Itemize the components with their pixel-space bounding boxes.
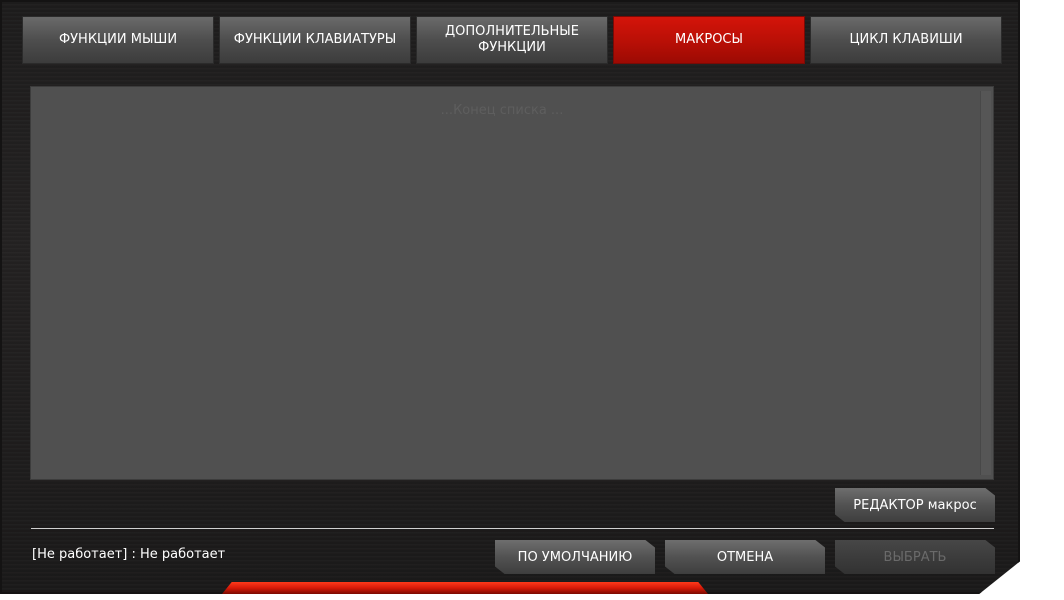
select-button: ВЫБРАТЬ xyxy=(835,540,995,574)
macro-settings-window: ФУНКЦИИ МЫШИ ФУНКЦИИ КЛАВИАТУРЫ ДОПОЛНИТ… xyxy=(0,0,1020,594)
macro-editor-button[interactable]: РЕДАКТОР макрос xyxy=(835,488,995,522)
list-end-label: ...Конец списка ... xyxy=(440,103,564,118)
tab-key-cycle[interactable]: ЦИКЛ КЛАВИШИ xyxy=(810,16,1002,64)
function-tabs: ФУНКЦИИ МЫШИ ФУНКЦИИ КЛАВИАТУРЫ ДОПОЛНИТ… xyxy=(22,16,1002,64)
tab-mouse-functions[interactable]: ФУНКЦИИ МЫШИ xyxy=(22,16,214,64)
cancel-button[interactable]: ОТМЕНА xyxy=(665,540,825,574)
status-text: [Не работает] : Не работает xyxy=(32,547,226,562)
tab-additional-functions[interactable]: ДОПОЛНИТЕЛЬНЫЕ ФУНКЦИИ xyxy=(416,16,608,64)
divider xyxy=(31,528,994,529)
default-button[interactable]: ПО УМОЛЧАНИЮ xyxy=(495,540,655,574)
tab-keyboard-functions[interactable]: ФУНКЦИИ КЛАВИАТУРЫ xyxy=(219,16,411,64)
list-scrollbar[interactable] xyxy=(980,91,991,475)
macro-list[interactable]: ...Конец списка ... xyxy=(30,86,994,480)
tab-macros[interactable]: МАКРОСЫ xyxy=(613,16,805,64)
red-glow-bar xyxy=(222,582,708,594)
